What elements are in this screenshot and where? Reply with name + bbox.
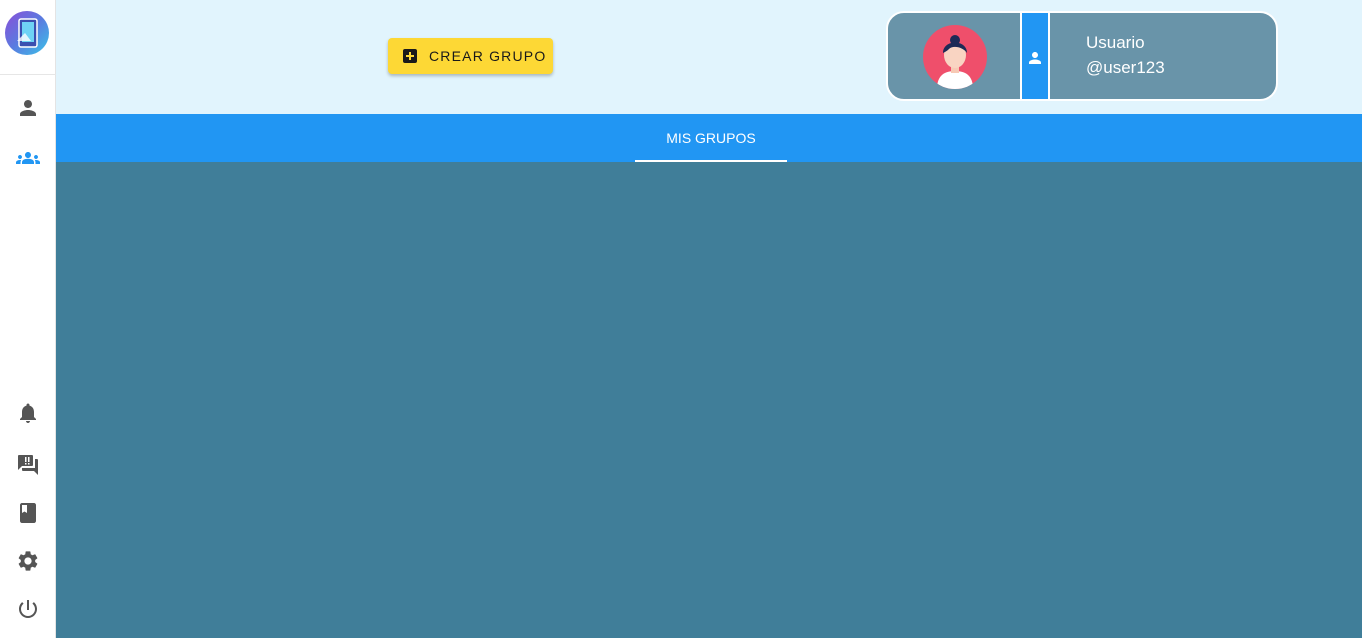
- gear-icon: [18, 551, 38, 571]
- user-name: Usuario: [1086, 33, 1145, 52]
- user-card: Usuario @user123: [886, 11, 1278, 101]
- user-handle: @user123: [1086, 58, 1165, 77]
- power-icon: [19, 600, 37, 618]
- create-group-button[interactable]: CREAR GRUPO: [388, 38, 553, 74]
- sidebar-item-profile[interactable]: [14, 94, 42, 122]
- sidebar-item-notifications[interactable]: [14, 399, 42, 427]
- groups-content-area: [56, 162, 1362, 638]
- app-logo[interactable]: [5, 11, 49, 55]
- add-box-icon: [403, 49, 417, 63]
- sidebar-item-settings[interactable]: [14, 547, 42, 575]
- create-group-label: CREAR GRUPO: [429, 48, 547, 64]
- sidebar-divider: [0, 74, 56, 75]
- sidebar: [0, 0, 56, 638]
- user-profile-button[interactable]: [1020, 13, 1050, 99]
- sidebar-item-book[interactable]: [14, 499, 42, 527]
- question-answer-icon: [18, 455, 38, 475]
- avatar[interactable]: [923, 25, 987, 89]
- person-icon: [1029, 52, 1041, 64]
- sidebar-item-questions[interactable]: [14, 451, 42, 479]
- book-icon: [20, 503, 36, 523]
- groups-icon: [16, 152, 40, 164]
- tab-bar: MIS GRUPOS: [56, 114, 1362, 162]
- person-icon: [20, 100, 36, 116]
- bell-icon: [20, 403, 36, 423]
- sidebar-item-logout[interactable]: [14, 595, 42, 623]
- top-header: CREAR GRUPO Usuario @user123: [56, 0, 1362, 114]
- sidebar-item-groups[interactable]: [14, 144, 42, 172]
- tab-mis-grupos[interactable]: MIS GRUPOS: [635, 114, 787, 162]
